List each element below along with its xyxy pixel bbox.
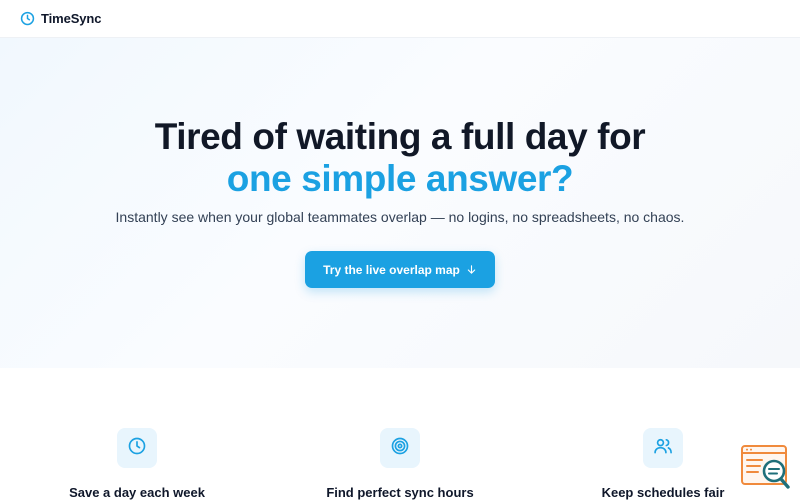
arrow-down-icon [466,264,477,275]
clock-icon [20,11,35,26]
target-icon [390,436,410,461]
features-section: Save a day each week Find perfect sync h… [0,368,800,500]
landing-page: TimeSync Tired of waiting a full day for… [0,0,800,500]
cta-label: Try the live overlap map [323,262,460,277]
hero-section: Tired of waiting a full day for one simp… [0,38,800,368]
logo-link[interactable]: TimeSync [20,11,101,26]
feature-icon-box [643,428,683,468]
hero-title-line1: Tired of waiting a full day for [154,116,646,157]
feature-icon-box [380,428,420,468]
search-window-icon [741,445,790,489]
feature-icon-box [117,428,157,468]
clock-icon [127,436,147,461]
logo-text: TimeSync [41,11,102,26]
feature-title: Find perfect sync hours [326,485,474,500]
floating-search-widget[interactable] [740,444,792,494]
hero-title-highlight: one simple answer? [226,158,574,199]
top-nav: TimeSync [0,0,800,38]
hero-subtitle: Instantly see when your global teammates… [115,209,685,225]
feature-title: Save a day each week [69,485,205,500]
users-icon [653,436,673,461]
hero-title: Tired of waiting a full day for one simp… [0,116,800,200]
overlap-map-button[interactable]: Try the live overlap map [305,251,495,288]
